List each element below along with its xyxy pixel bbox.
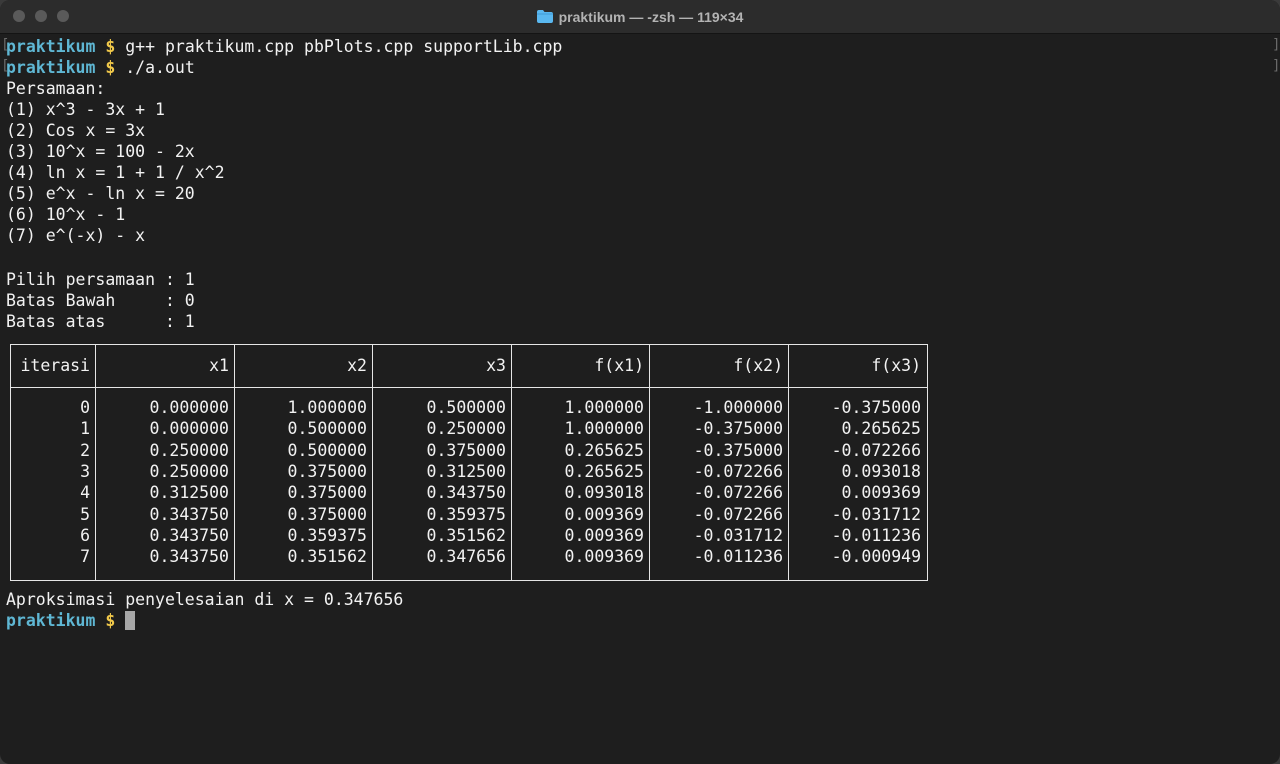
prompt-name: praktikum [6,58,96,77]
table-cell: -0.031712 [831,504,921,524]
table-cell: 0.375000 [287,483,367,503]
terminal-content[interactable]: [ [ ] ] praktikum $ g++ praktikum.cpp pb… [1,36,1280,756]
table-cell: -0.375000 [831,398,921,417]
table-cell: -0.375000 [693,440,783,460]
prompt-name: praktikum [6,611,96,630]
prompt-mark-right: ] [1272,58,1280,74]
table-cell: 5 [80,504,90,524]
table-cell: 0.000000 [149,419,229,439]
window-title: praktikum — -zsh — 119×34 [558,8,744,25]
table-cell: 2 [80,440,90,460]
table-cell: -0.031712 [693,525,783,545]
table-cell: 0.250000 [149,461,229,481]
table-cell: 0.009369 [841,483,921,503]
table-cell: 0 [80,398,90,417]
table-cell: 0.343750 [149,504,229,524]
table-cell: -0.011236 [693,547,783,567]
table-cell: 0.375000 [426,440,506,460]
command-line-1: praktikum $ g++ praktikum.cpp pbPlots.cp… [6,36,562,57]
terminal-window: praktikum — -zsh — 119×34 [ [ ] ] prakti… [0,0,1280,764]
iteration-table: iterasi x1 x2 x3 f(x1) f(x2) f(x3) 0 0.000000 1.0… [10,344,928,581]
table-cell: 0.347656 [426,547,506,567]
prompt-symbol: $ [105,37,116,56]
table-cell: 0.000000 [149,398,229,417]
input-line: Pilih persamaan : 1 [6,270,195,289]
table-cell: 4 [80,483,90,503]
table-cell: 0.500000 [287,440,367,460]
prompt-symbol: $ [105,58,116,77]
equation-option: (2) Cos x = 3x [6,121,146,140]
table-cell: 1.000000 [564,419,644,439]
table-cell: 0.500000 [287,419,367,439]
folder-icon [536,10,553,23]
prompt-name: praktikum [6,37,96,56]
equation-option: (5) e^x - ln x = 20 [6,184,195,203]
column-header: iterasi [20,356,90,375]
table-cell: 0.312500 [149,483,229,503]
column-header: f(x2) [733,356,783,375]
window-title-group: praktikum — -zsh — 119×34 [0,0,1280,33]
equation-option: (1) x^3 - 3x + 1 [6,100,165,119]
column-header: x1 [209,356,229,375]
table-cell: 0.351562 [426,525,506,545]
table-cell: -0.072266 [693,461,783,481]
table-cell: -0.375000 [693,419,783,439]
table-cell: 0.343750 [149,525,229,545]
table-cell: -0.072266 [831,440,921,460]
column-header: f(x3) [871,356,921,375]
equation-option: (3) 10^x = 100 - 2x [6,142,195,161]
table-cell: 1 [80,419,90,439]
command-text: g++ praktikum.cpp pbPlots.cpp supportLib… [125,37,563,56]
prompt-mark-right: ] [1272,37,1280,53]
menu-header: Persamaan: [6,79,106,98]
table-cell: 0.093018 [841,461,921,481]
table-cell: 0.265625 [564,440,644,460]
equation-option: (6) 10^x - 1 [6,205,126,224]
table-cell: 0.343750 [426,483,506,503]
equation-option: (4) ln x = 1 + 1 / x^2 [6,163,225,182]
table-cell: -1.000000 [693,398,783,417]
table-header-separator [11,387,927,388]
table-cell: 1.000000 [287,398,367,417]
table-cell: 6 [80,525,90,545]
table-cell: 0.359375 [426,504,506,524]
table-cell: 0.009369 [564,547,644,567]
equation-option: (7) e^(-x) - x [6,226,146,245]
title-bar[interactable]: praktikum — -zsh — 119×34 [0,0,1280,34]
table-cell: 0.265625 [564,461,644,481]
command-line-2: praktikum $ ./a.out [6,57,195,78]
table-cell: -0.072266 [693,483,783,503]
table-cell: 0.093018 [564,483,644,503]
table-cell: 7 [80,547,90,567]
input-line: Batas Bawah : 0 [6,291,195,310]
table-cell: 1.000000 [564,398,644,417]
active-prompt-line[interactable]: praktikum $ [6,610,136,631]
table-cell: 0.343750 [149,547,229,567]
column-header: x3 [486,356,506,375]
result-line: Aproksimasi penyelesaian di x = 0.347656 [6,590,404,609]
text-cursor [125,611,136,630]
command-text: ./a.out [125,58,195,77]
table-cell: -0.072266 [693,504,783,524]
table-cell: -0.011236 [831,525,921,545]
column-header: x2 [347,356,367,375]
table-cell: 0.351562 [287,547,367,567]
input-line: Batas atas : 1 [6,312,195,331]
table-cell: 0.009369 [564,504,644,524]
table-cell: -0.000949 [831,547,921,567]
table-cell: 0.375000 [287,504,367,524]
table-cell: 0.375000 [287,461,367,481]
table-cell: 0.359375 [287,525,367,545]
column-header: f(x1) [594,356,644,375]
table-cell: 0.265625 [841,419,921,439]
table-cell: 3 [80,461,90,481]
table-cell: 0.500000 [426,398,506,417]
table-cell: 0.250000 [426,419,506,439]
table-cell: 0.312500 [426,461,506,481]
prompt-symbol: $ [105,611,116,630]
table-cell: 0.250000 [149,440,229,460]
table-cell: 0.009369 [564,525,644,545]
